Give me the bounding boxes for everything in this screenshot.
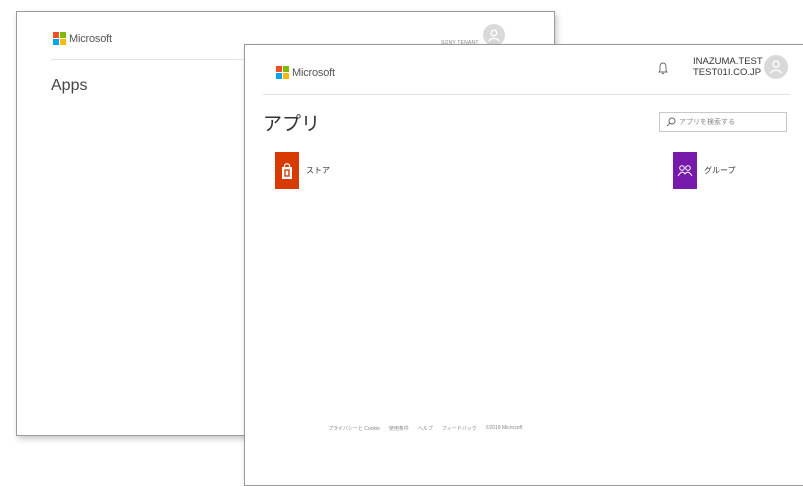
user-info[interactable]: INAZUMA.TEST TEST01I.CO.JP [693, 56, 763, 78]
footer-link-feedback[interactable]: フィードバック [442, 425, 477, 432]
footer-link-terms[interactable]: 使用条件 [389, 425, 409, 432]
user-icon [770, 60, 782, 74]
groups-icon [673, 152, 697, 189]
search-icon [666, 117, 676, 127]
microsoft-logo[interactable]: Microsoft [53, 32, 112, 45]
footer: プライバシーと Cookie 使用条件 ヘルプ フィードバック ©2018 Mi… [328, 425, 522, 432]
app-tile-store[interactable]: ストア [275, 152, 330, 189]
search-placeholder: アプリを検索する [679, 119, 735, 126]
app-label: ストア [306, 166, 330, 175]
avatar[interactable] [764, 55, 788, 79]
user-icon [488, 29, 500, 42]
foreground-window: Microsoft INAZUMA.TEST TEST01I.CO.JP アプリ… [244, 44, 803, 486]
app-tile-groups[interactable]: グループ [673, 152, 736, 189]
page-title: アプリ [263, 114, 321, 135]
header-divider [263, 94, 790, 95]
footer-link-privacy[interactable]: プライバシーと Cookie [328, 425, 380, 432]
search-input[interactable]: アプリを検索する [659, 112, 787, 132]
avatar[interactable] [483, 24, 505, 46]
page-title: Apps [51, 77, 88, 94]
app-label: グループ [704, 166, 736, 175]
footer-link-help[interactable]: ヘルプ [418, 425, 433, 432]
bell-icon[interactable] [658, 62, 668, 75]
footer-copyright: ©2018 Microsoft [485, 425, 523, 431]
user-name: INAZUMA.TEST [693, 56, 763, 67]
microsoft-logo-icon [53, 32, 66, 45]
user-domain: TEST01I.CO.JP [693, 67, 762, 78]
microsoft-logo-icon [276, 66, 289, 79]
microsoft-logo[interactable]: Microsoft [276, 66, 335, 79]
brand-label: Microsoft [292, 66, 335, 79]
brand-label: Microsoft [69, 32, 112, 45]
store-bag-icon [275, 152, 299, 189]
